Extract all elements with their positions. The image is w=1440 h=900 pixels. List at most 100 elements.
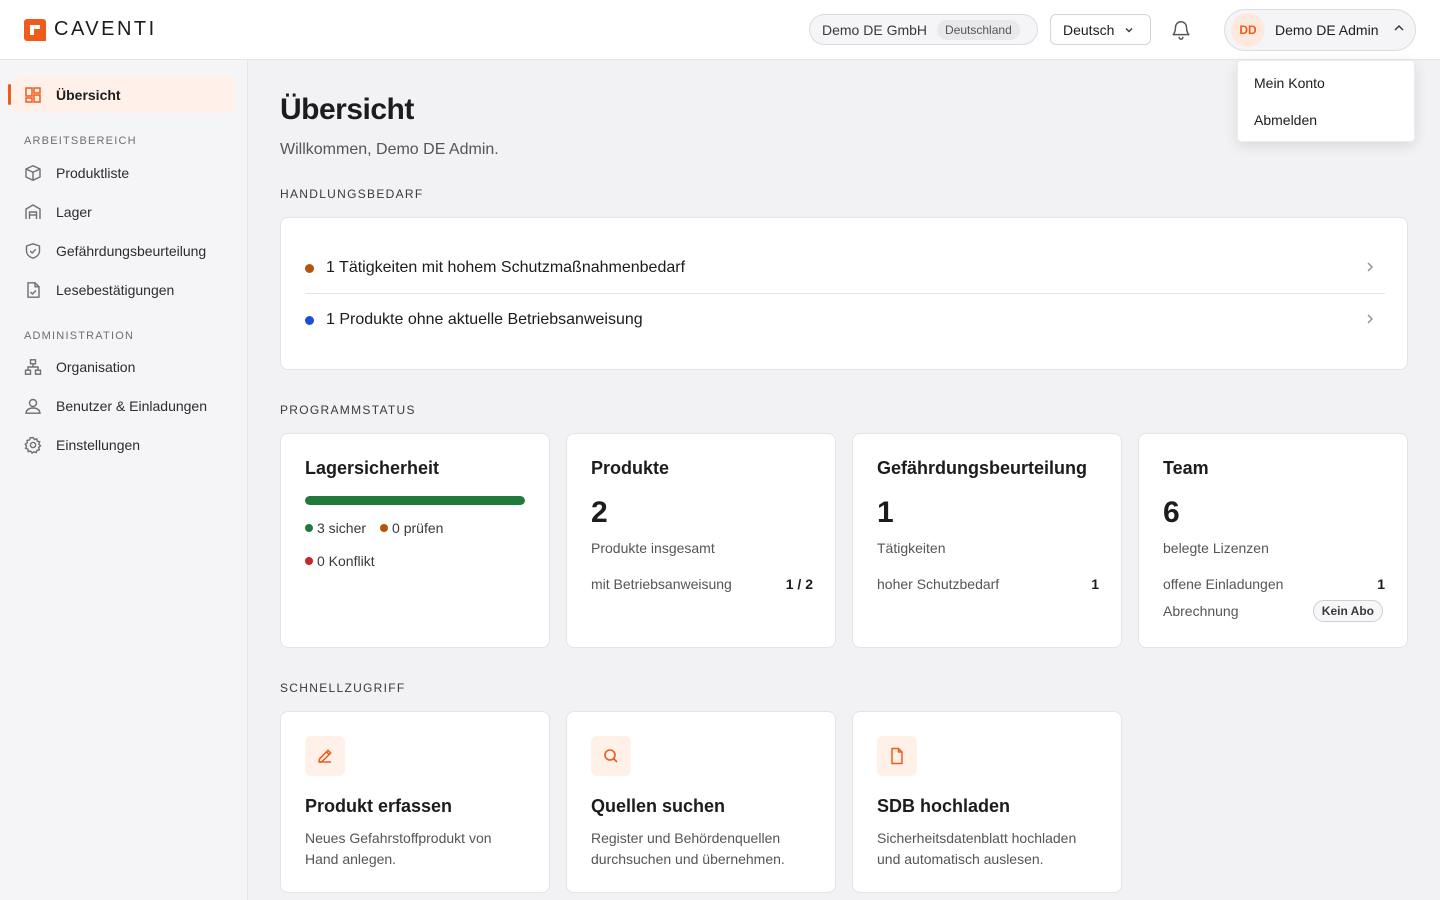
risk-assessment-card[interactable]: Gefährdungsbeurteilung 1 Tätigkeiten hoh… bbox=[852, 433, 1122, 648]
menu-item-my-account[interactable]: Mein Konto bbox=[1238, 71, 1414, 108]
billing-row: Abrechnung Kein Abo bbox=[1163, 600, 1383, 622]
section-title-program-status: PROGRAMMSTATUS bbox=[280, 403, 416, 417]
sidebar-item-label: Übersicht bbox=[56, 87, 121, 103]
status-dot bbox=[305, 315, 314, 325]
quick-title: Produkt erfassen bbox=[305, 796, 453, 816]
avatar: DD bbox=[1231, 13, 1265, 47]
sidebar-item-organization[interactable]: Organisation bbox=[24, 357, 135, 377]
chevron-down-icon bbox=[1124, 22, 1134, 38]
sidebar-item-label: Gefährdungsbeurteilung bbox=[56, 243, 207, 259]
search-icon bbox=[591, 736, 631, 776]
status-dot bbox=[305, 263, 314, 273]
active-indicator bbox=[8, 84, 11, 105]
org-name: Demo DE GmbH bbox=[822, 21, 928, 38]
legend-safe-label: 3 sicher bbox=[317, 520, 367, 536]
open-invitations-row: offene Einladungen 1 bbox=[1163, 576, 1385, 592]
gear-icon bbox=[24, 436, 42, 454]
row-value: 1 / 2 bbox=[785, 576, 813, 592]
row-label: Abrechnung bbox=[1163, 603, 1239, 619]
activities-count: 1 bbox=[877, 496, 894, 529]
card-title: Produkte bbox=[591, 458, 670, 478]
storage-legend-2: 0 Konflikt bbox=[305, 553, 375, 569]
row-label: hoher Schutzbedarf bbox=[877, 576, 1000, 592]
row-value: 1 bbox=[1377, 576, 1385, 592]
quick-upload-sds[interactable]: SDB hochladen Sicherheitsdatenblatt hoch… bbox=[852, 711, 1122, 893]
sidebar-item-risk-assessment[interactable]: Gefährdungsbeurteilung bbox=[24, 241, 206, 261]
user-icon bbox=[25, 398, 41, 414]
sidebar-item-label: Einstellungen bbox=[56, 437, 141, 453]
sidebar-item-label: Produktliste bbox=[56, 165, 130, 181]
storage-safety-card[interactable]: Lagersicherheit 3 sicher 0 prüfen 0 Konf… bbox=[280, 433, 550, 648]
organization-switcher[interactable]: Demo DE GmbH Deutschland bbox=[809, 14, 1038, 45]
brand-logo[interactable]: CAVENTI bbox=[24, 18, 157, 41]
card-caption: Produkte insgesamt bbox=[591, 540, 715, 556]
top-header: CAVENTI Demo DE GmbH Deutschland Deutsch… bbox=[0, 0, 1440, 60]
sidebar-item-overview-content[interactable]: Übersicht bbox=[24, 85, 121, 105]
action-item-text: 1 Produkte ohne aktuelle Betriebsanweisu… bbox=[326, 311, 643, 328]
bell-icon[interactable] bbox=[1170, 19, 1192, 41]
sidebar-section-title: ADMINISTRATION bbox=[24, 330, 135, 342]
language-select[interactable]: Deutsch bbox=[1050, 14, 1151, 45]
chevron-up-icon bbox=[1392, 21, 1406, 40]
quick-search-sources[interactable]: Quellen suchen Register und Behördenquel… bbox=[566, 711, 836, 893]
legend-conflict: 0 Konflikt bbox=[305, 553, 375, 569]
card-caption: belegte Lizenzen bbox=[1163, 540, 1269, 556]
card-title: Gefährdungsbeurteilung bbox=[877, 458, 1088, 478]
status-badge: Kein Abo bbox=[1312, 600, 1383, 622]
sidebar-item-label: Lesebestätigungen bbox=[56, 282, 175, 298]
sidebar-item-label: Organisation bbox=[56, 359, 136, 375]
page-title: Übersicht bbox=[280, 93, 414, 126]
quick-description: Neues Gefahrstoffprodukt von Hand anlege… bbox=[305, 830, 492, 867]
warehouse-icon bbox=[25, 204, 41, 219]
menu-item-logout[interactable]: Abmelden bbox=[1238, 108, 1414, 145]
row-value: 1 bbox=[1091, 576, 1099, 592]
chevron-right-icon bbox=[1365, 258, 1375, 279]
quick-description: Register und Behördenquellen durchsuchen… bbox=[591, 830, 785, 867]
action-item-text: 1 Tätigkeiten mit hohem Schutzmaßnahmenb… bbox=[326, 259, 686, 276]
user-name: Demo DE Admin bbox=[1275, 22, 1379, 38]
dashboard-icon bbox=[25, 87, 41, 103]
card-title: Lagersicherheit bbox=[305, 458, 440, 478]
quick-add-product[interactable]: Produkt erfassen Neues Gefahrstoffproduk… bbox=[280, 711, 550, 893]
card-caption: Tätigkeiten bbox=[877, 540, 946, 556]
pencil-icon bbox=[305, 736, 345, 776]
products-count: 2 bbox=[591, 496, 608, 529]
shield-icon bbox=[25, 243, 41, 259]
sidebar-item-read-confirmations[interactable]: Lesebestätigungen bbox=[24, 280, 174, 300]
action-item-missing-instructions[interactable]: 1 Produkte ohne aktuelle Betriebsanweisu… bbox=[305, 294, 1385, 346]
sidebar-section-title: ARBEITSBEREICH bbox=[24, 135, 137, 147]
products-card[interactable]: Produkte 2 Produkte insgesamt mit Betrie… bbox=[566, 433, 836, 648]
legend-check-label: 0 prüfen bbox=[392, 520, 444, 536]
sidebar: Übersicht ARBEITSBEREICH Produktliste La… bbox=[0, 60, 248, 900]
card-title: Team bbox=[1163, 458, 1209, 478]
action-item-high-protection[interactable]: 1 Tätigkeiten mit hohem Schutzmaßnahmenb… bbox=[305, 242, 1385, 294]
user-dropdown-menu: Mein Konto Abmelden bbox=[1237, 60, 1415, 142]
quick-title: SDB hochladen bbox=[877, 796, 1011, 816]
legend-safe: 3 sicher bbox=[305, 520, 366, 536]
legend-check: 0 prüfen bbox=[380, 520, 443, 536]
sidebar-item-label: Lager bbox=[56, 204, 92, 220]
licenses-count: 6 bbox=[1163, 496, 1180, 529]
row-label: mit Betriebsanweisung bbox=[591, 576, 732, 592]
language-value: Deutsch bbox=[1063, 21, 1115, 38]
file-check-icon bbox=[27, 282, 40, 298]
sidebar-item-label: Benutzer & Einladungen bbox=[56, 398, 207, 414]
storage-safety-progress bbox=[305, 496, 525, 505]
sidebar-item-storage[interactable]: Lager bbox=[24, 202, 92, 222]
box-icon bbox=[25, 165, 41, 181]
progress-fill bbox=[305, 496, 525, 505]
high-protection-row: hoher Schutzbedarf 1 bbox=[877, 576, 1099, 592]
org-chart-icon bbox=[24, 359, 42, 375]
chevron-right-icon bbox=[1365, 310, 1375, 331]
file-icon bbox=[877, 736, 917, 776]
sidebar-item-products[interactable]: Produktliste bbox=[24, 163, 129, 183]
section-title-quick-access: SCHNELLZUGRIFF bbox=[280, 681, 406, 695]
team-card[interactable]: Team 6 belegte Lizenzen offene Einladung… bbox=[1138, 433, 1408, 648]
sidebar-item-users[interactable]: Benutzer & Einladungen bbox=[24, 396, 207, 416]
sidebar-item-settings[interactable]: Einstellungen bbox=[24, 435, 140, 455]
quick-title: Quellen suchen bbox=[591, 796, 726, 816]
logo-mark-icon bbox=[24, 18, 46, 41]
section-title-action-needed: HANDLUNGSBEDARF bbox=[280, 187, 424, 201]
user-menu-button[interactable]: DD Demo DE Admin bbox=[1224, 9, 1416, 51]
action-needed-card: 1 Tätigkeiten mit hohem Schutzmaßnahmenb… bbox=[280, 217, 1408, 370]
